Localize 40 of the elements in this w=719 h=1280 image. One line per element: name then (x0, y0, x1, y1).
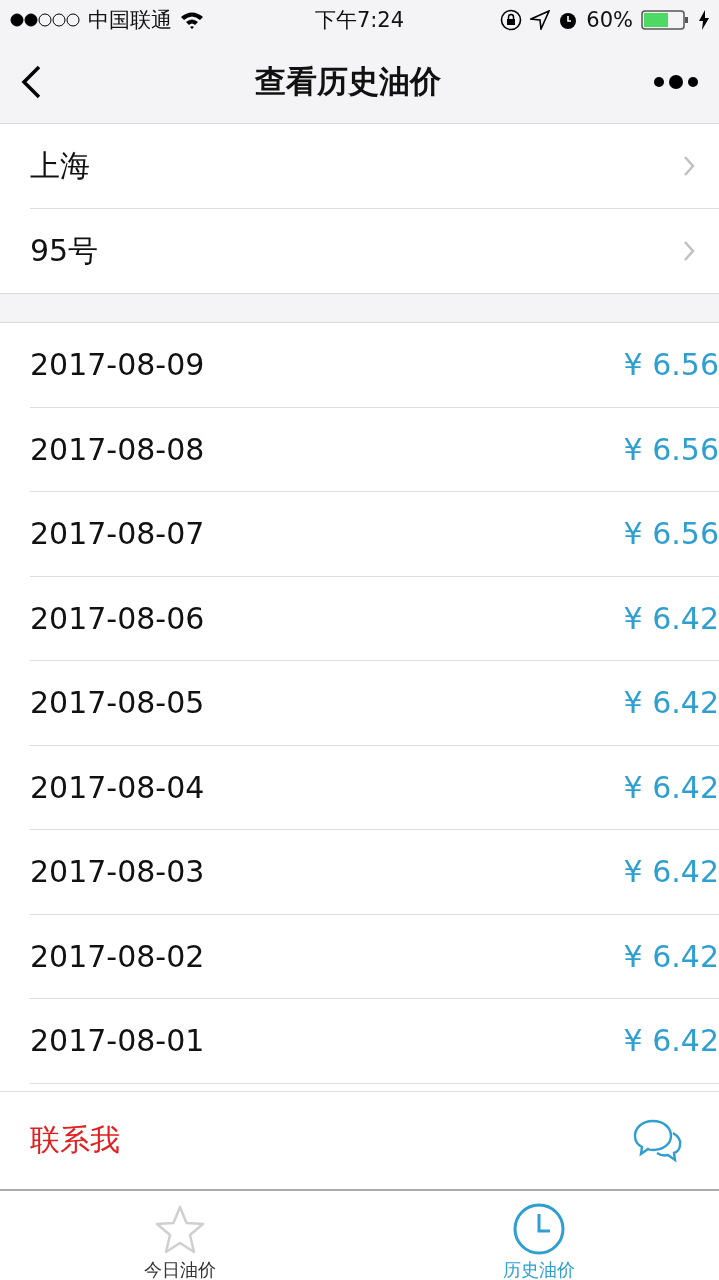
status-time: 下午7:24 (314, 7, 405, 34)
contact-link[interactable]: 联系我 (30, 1120, 120, 1161)
selector-label[interactable]: 上海 (30, 145, 90, 187)
page-title: 查看历史油价 (254, 61, 441, 101)
back-icon[interactable] (20, 64, 42, 99)
selector-label[interactable]: 95号 (30, 230, 99, 272)
wifi-icon (180, 11, 204, 29)
more-icon[interactable] (653, 73, 699, 90)
clock-icon (512, 1202, 567, 1256)
charging-icon (699, 10, 709, 30)
price-text: ¥ 6.56 (623, 431, 719, 467)
price-text: ¥ 6.56 (623, 347, 719, 383)
location-icon (530, 10, 551, 30)
date-text: 2017-08-03 (30, 854, 205, 890)
battery-icon (641, 9, 691, 31)
price-text: ¥ 6.42 (623, 1023, 719, 1059)
chevron-icon (683, 240, 695, 262)
alarm-icon (558, 10, 579, 30)
price-text: ¥ 6.42 (623, 600, 719, 636)
date-text: 2017-08-08 (30, 431, 205, 467)
price-text: ¥ 6.42 (623, 938, 719, 974)
price-text: ¥ 6.56 (623, 516, 719, 552)
date-text: 2017-08-02 (30, 938, 205, 974)
date-text: 2017-08-09 (30, 347, 205, 383)
carrier-name: 中国联通 (88, 7, 172, 34)
price-text: ¥ 6.42 (623, 769, 719, 805)
tab[interactable]: 今日油价 (0, 1191, 360, 1280)
chevron-icon (683, 155, 695, 177)
date-text: 2017-08-01 (30, 1023, 205, 1059)
signal-icon (10, 13, 80, 27)
date-text: 2017-08-04 (30, 769, 205, 805)
date-text: 2017-08-07 (30, 516, 205, 552)
price-text: ¥ 6.42 (623, 685, 719, 721)
date-text: 2017-08-06 (30, 600, 205, 636)
battery-percent: 60% (586, 8, 633, 32)
star-icon (153, 1204, 206, 1256)
date-text: 2017-08-05 (30, 685, 205, 721)
price-text: ¥ 6.42 (623, 854, 719, 890)
chat-icon[interactable] (633, 1117, 683, 1164)
rotation-lock-icon (500, 9, 523, 31)
